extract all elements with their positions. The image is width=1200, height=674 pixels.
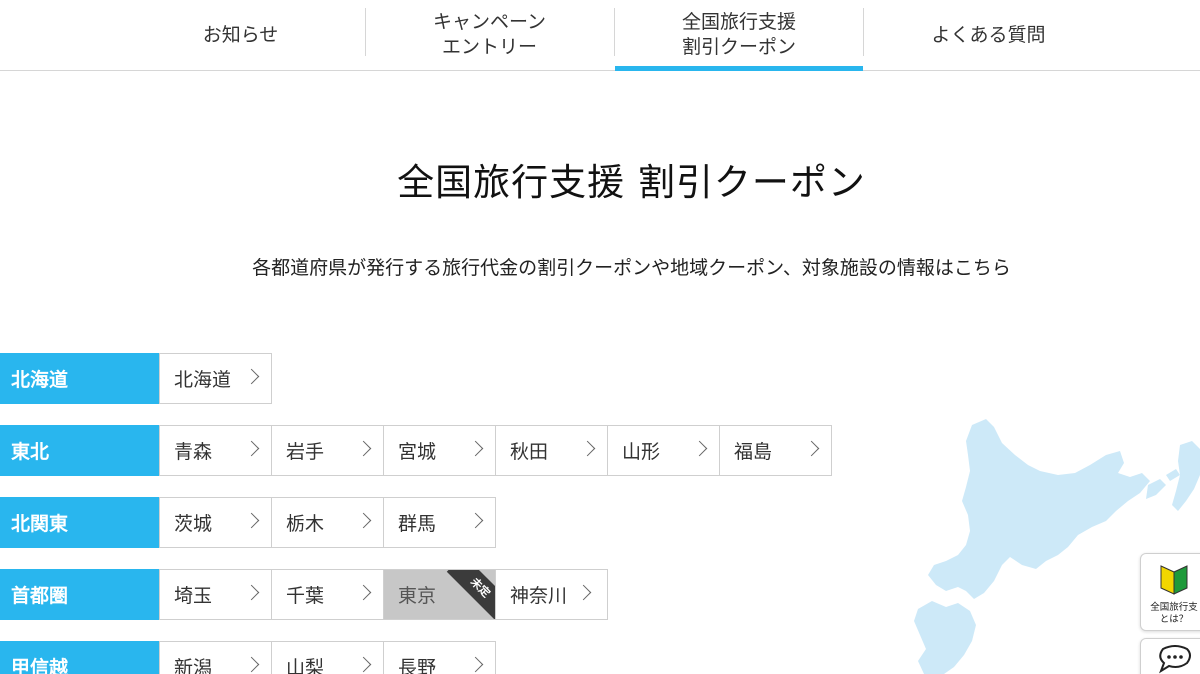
prefecture-tochigi[interactable]: 栃木	[271, 497, 384, 548]
region-row-kitakanto: 北関東 茨城 栃木 群馬	[0, 497, 496, 548]
chevron-right-icon	[355, 656, 372, 673]
chevron-right-icon	[691, 440, 708, 457]
prefecture-label: 茨城	[174, 513, 213, 535]
prefecture-list: 茨城 栃木 群馬	[159, 497, 496, 548]
prefecture-label: 北海道	[174, 369, 232, 391]
travel-support-guide-button[interactable]: 全国旅行支 とは？	[1140, 553, 1200, 631]
kuril-island-shape	[1166, 469, 1180, 481]
chevron-right-icon	[355, 440, 372, 457]
chevron-right-icon	[243, 584, 260, 601]
chevron-right-icon	[243, 656, 260, 673]
region-row-koshinetsu: 甲信越 新潟 山梨 長野	[0, 641, 496, 674]
chevron-right-icon	[467, 656, 484, 673]
prefecture-kanagawa[interactable]: 神奈川	[495, 569, 608, 620]
undecided-badge: 未定	[446, 570, 495, 619]
prefecture-ibaraki[interactable]: 茨城	[159, 497, 272, 548]
prefecture-niigata[interactable]: 新潟	[159, 641, 272, 674]
prefecture-label: 山形	[622, 441, 661, 463]
chevron-right-icon	[243, 440, 260, 457]
tab-faq-label: よくある質問	[931, 23, 1046, 46]
prefecture-label: 千葉	[286, 585, 325, 607]
top-navigation: お知らせ キャンペーン エントリー 全国旅行支援 割引クーポン よくある質問	[0, 0, 1200, 71]
region-label-koshinetsu: 甲信越	[0, 641, 159, 674]
japan-map-illustration	[914, 419, 1200, 674]
tab-campaign-entry-label: キャンペーン エントリー	[432, 11, 547, 58]
chevron-right-icon	[355, 512, 372, 529]
prefecture-label: 青森	[174, 441, 213, 463]
chat-support-button[interactable]	[1140, 638, 1200, 674]
prefecture-label: 福島	[734, 441, 773, 463]
chevron-right-icon	[467, 440, 484, 457]
region-label-kitakanto: 北関東	[0, 497, 159, 548]
tab-news[interactable]: お知らせ	[116, 0, 365, 70]
prefecture-label: 神奈川	[510, 585, 568, 607]
prefecture-label: 新潟	[174, 657, 213, 674]
region-label-hokkaido: 北海道	[0, 353, 159, 404]
prefecture-list: 青森 岩手 宮城 秋田 山形 福島	[159, 425, 832, 476]
chevron-right-icon	[803, 440, 820, 457]
prefecture-yamagata[interactable]: 山形	[607, 425, 720, 476]
prefecture-nagano[interactable]: 長野	[383, 641, 496, 674]
prefecture-list: 北海道	[159, 353, 272, 404]
prefecture-label: 秋田	[510, 441, 549, 463]
chevron-right-icon	[243, 512, 260, 529]
prefecture-gunma[interactable]: 群馬	[383, 497, 496, 548]
chevron-right-icon	[579, 440, 596, 457]
prefecture-chiba[interactable]: 千葉	[271, 569, 384, 620]
prefecture-label: 山梨	[286, 657, 325, 674]
prefecture-list: 新潟 山梨 長野	[159, 641, 496, 674]
region-row-hokkaido: 北海道 北海道	[0, 353, 272, 404]
region-row-shutoken: 首都圏 埼玉 千葉 東京 未定 神奈川	[0, 569, 608, 620]
tab-travel-coupon-label: 全国旅行支援 割引クーポン	[681, 11, 796, 58]
chevron-right-icon	[575, 584, 592, 601]
tab-campaign-entry[interactable]: キャンペーン エントリー	[365, 0, 614, 70]
prefecture-iwate[interactable]: 岩手	[271, 425, 384, 476]
prefecture-list: 埼玉 千葉 東京 未定 神奈川	[159, 569, 608, 620]
prefecture-yamanashi[interactable]: 山梨	[271, 641, 384, 674]
prefecture-akita[interactable]: 秋田	[495, 425, 608, 476]
page-description: 各都道府県が発行する旅行代金の割引クーポンや地域クーポン、対象施設の情報はこちら	[252, 257, 1011, 279]
prefecture-label: 栃木	[286, 513, 325, 535]
prefecture-label: 長野	[398, 657, 437, 674]
chat-bubble-icon	[1159, 645, 1191, 674]
prefecture-hokkaido[interactable]: 北海道	[159, 353, 272, 404]
prefecture-aomori[interactable]: 青森	[159, 425, 272, 476]
region-label-tohoku: 東北	[0, 425, 159, 476]
prefecture-saitama[interactable]: 埼玉	[159, 569, 272, 620]
hokkaido-shape	[928, 419, 1150, 599]
chevron-right-icon	[355, 584, 372, 601]
prefecture-label: 宮城	[398, 441, 437, 463]
prefecture-label: 群馬	[398, 513, 437, 535]
tab-news-label: お知らせ	[202, 23, 279, 46]
region-row-tohoku: 東北 青森 岩手 宮城 秋田 山形 福島	[0, 425, 832, 476]
chevron-right-icon	[467, 512, 484, 529]
tab-travel-coupon[interactable]: 全国旅行支援 割引クーポン	[615, 0, 863, 71]
travel-support-guide-label: 全国旅行支 とは？	[1150, 602, 1198, 625]
prefecture-label: 東京	[398, 585, 437, 607]
chevron-right-icon	[243, 368, 260, 385]
prefecture-tokyo: 東京 未定	[383, 569, 496, 620]
honshu-north-shape	[914, 601, 976, 674]
prefecture-fukushima[interactable]: 福島	[719, 425, 832, 476]
beginner-mark-icon	[1160, 565, 1188, 595]
prefecture-label: 埼玉	[174, 585, 213, 607]
page-title: 全国旅行支援 割引クーポン	[397, 161, 866, 204]
tab-faq[interactable]: よくある質問	[864, 0, 1113, 70]
region-label-shutoken: 首都圏	[0, 569, 159, 620]
prefecture-miyagi[interactable]: 宮城	[383, 425, 496, 476]
prefecture-label: 岩手	[286, 441, 325, 463]
